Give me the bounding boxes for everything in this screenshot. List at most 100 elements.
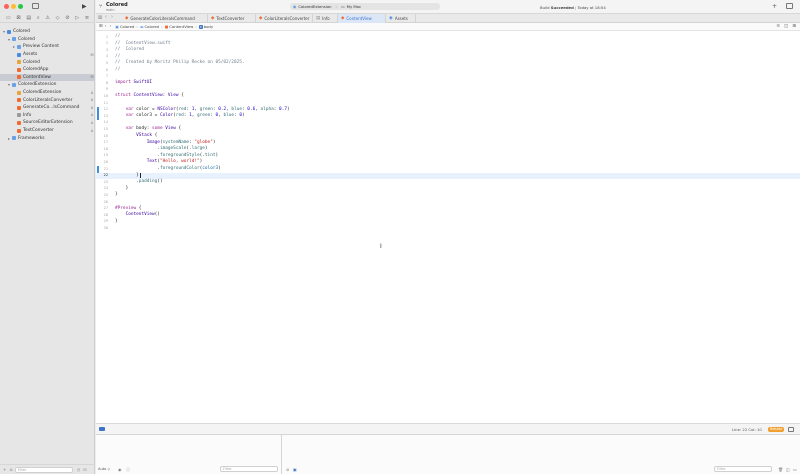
tab-info[interactable]: ▤ Info bbox=[313, 14, 338, 23]
run-button[interactable]: ▶ bbox=[82, 3, 87, 10]
tab-assets[interactable]: ◉ Assets bbox=[386, 14, 416, 23]
chevron-right-icon[interactable]: ▸ bbox=[12, 44, 16, 49]
test-icon[interactable]: ◇ bbox=[56, 15, 60, 21]
layout-icon-2[interactable]: ▭ bbox=[793, 467, 797, 472]
variables-scope-selector[interactable]: Auto ◇ bbox=[98, 467, 110, 471]
sidebar-item-coloredextension[interactable]: ▾ ColoredExtension bbox=[0, 81, 95, 89]
code-line[interactable]: // ContentView.swift bbox=[115, 41, 171, 46]
code-line[interactable]: } bbox=[115, 192, 118, 197]
issue-icon[interactable]: ⚠ bbox=[45, 15, 49, 21]
chevron-down-icon[interactable]: ▾ bbox=[7, 82, 11, 87]
close-tab-icon[interactable]: ⊠ bbox=[98, 15, 102, 21]
source-control-icon[interactable]: ⊠ bbox=[16, 15, 20, 21]
sidebar-item-coloredextension[interactable]: ColoredExtension A bbox=[0, 89, 95, 97]
code-editor[interactable]: 1 // 2 // ContentView.swift 3 // Colored 4 // 5 /… bbox=[96, 31, 800, 423]
symbol-icon[interactable]: ▤ bbox=[26, 15, 31, 21]
sidebar-toggle-icon[interactable] bbox=[32, 3, 39, 9]
variables-filter-input[interactable]: Filter bbox=[220, 466, 278, 472]
sidebar-item-coloredapp[interactable]: ColoredApp bbox=[0, 66, 95, 74]
sidebar-item-colored[interactable]: Colored bbox=[0, 58, 95, 66]
info-icon[interactable]: ⓘ bbox=[126, 467, 130, 473]
folder-icon[interactable]: ▭ bbox=[6, 15, 11, 21]
sidebar-item-textconverter[interactable]: TextConverter A bbox=[0, 127, 95, 135]
breakpoint-icon[interactable]: ▷ bbox=[75, 15, 79, 21]
back-icon[interactable]: ‹ bbox=[105, 24, 107, 29]
code-line[interactable]: // bbox=[115, 34, 120, 39]
eye-icon[interactable]: ◉ bbox=[118, 467, 122, 472]
code-line[interactable]: var color3 = Color(red: 1, green: 0, blu… bbox=[115, 113, 245, 118]
code-line[interactable]: var body: some View { bbox=[115, 126, 182, 131]
minimize-window-button[interactable] bbox=[11, 4, 16, 9]
console-filter-input[interactable]: Filter bbox=[714, 466, 772, 472]
code-line[interactable]: // Created by Moritz Philip Recke on 05/… bbox=[115, 60, 245, 65]
recent-icon[interactable]: ◷ bbox=[77, 467, 81, 472]
find-icon[interactable]: ⌕ bbox=[37, 15, 40, 21]
breadcrumb-item-symbol[interactable]: body bbox=[204, 24, 213, 29]
code-line[interactable]: // bbox=[115, 67, 120, 72]
code-line[interactable]: import SwiftUI bbox=[115, 80, 152, 85]
layout-icon[interactable]: ◫ bbox=[786, 467, 790, 472]
code-line[interactable]: } bbox=[115, 219, 118, 224]
related-items-icon[interactable]: ⊞ bbox=[99, 24, 103, 29]
breadcrumb-item-file[interactable]: ContentView bbox=[169, 24, 193, 29]
sidebar-item-frameworks[interactable]: ▸ Frameworks bbox=[0, 134, 95, 142]
forward-icon[interactable]: › bbox=[109, 24, 111, 29]
scheme-selector[interactable]: ◉ ColoredExtension › ▭ My Mac bbox=[290, 3, 440, 10]
forward-icon[interactable]: › bbox=[111, 14, 113, 20]
sidebar-item-info[interactable]: Info A bbox=[0, 112, 95, 120]
sidebar-item-generateco-lscommand[interactable]: GenerateCo...lsCommand A bbox=[0, 104, 95, 112]
sidebar-item-sourceeditorextension[interactable]: SourceEditorExtension A bbox=[0, 119, 95, 127]
report-icon[interactable]: ≡ bbox=[85, 15, 89, 21]
change-indicator[interactable] bbox=[97, 166, 99, 173]
code-line[interactable]: .imageScale(.large) bbox=[115, 146, 207, 151]
tab-textconverter[interactable]: ◆ TextConverter bbox=[208, 14, 256, 23]
chevron-down-icon[interactable]: ▾ bbox=[2, 29, 6, 34]
canvas-icon[interactable]: ◫ bbox=[784, 24, 788, 29]
code-line[interactable]: VStack { bbox=[115, 133, 157, 138]
sidebar-item-colored[interactable]: ▾ Colored bbox=[0, 36, 95, 44]
change-indicator[interactable] bbox=[97, 106, 99, 114]
tab-colorliteralsconverter[interactable]: ◆ ColorLiteralsConverter bbox=[256, 14, 313, 23]
code-line[interactable]: Text("Hello, world!") bbox=[115, 159, 203, 164]
sidebar-item-preview-content[interactable]: ▸ Preview Content bbox=[0, 43, 95, 51]
code-line[interactable]: var color = NSColor(red: 1, green: 0.2, … bbox=[115, 107, 290, 112]
tab-generatecolorliteralscommand[interactable]: ◆ GenerateColorLiteralsCommand bbox=[122, 14, 208, 23]
chevron-right-icon[interactable]: ▸ bbox=[7, 136, 11, 141]
debug-divider[interactable] bbox=[281, 435, 282, 474]
zoom-window-button[interactable] bbox=[18, 4, 23, 9]
debug-icon[interactable]: ⊘ bbox=[65, 15, 69, 21]
code-line[interactable]: } bbox=[115, 186, 129, 191]
breadcrumb-item-project[interactable]: Colored bbox=[120, 24, 135, 29]
sidebar-item-colored[interactable]: ▾ Colored bbox=[0, 28, 95, 36]
code-line[interactable]: .foregroundColor(color3) bbox=[115, 166, 221, 171]
sidebar-item-colorliteralsconverter[interactable]: ColorLiteralsConverter A bbox=[0, 96, 95, 104]
back-icon[interactable]: ‹ bbox=[105, 14, 107, 20]
add-editor-icon[interactable]: ⊞ bbox=[792, 24, 796, 29]
close-window-button[interactable] bbox=[4, 4, 9, 9]
breadcrumb-item-folder[interactable]: Colored bbox=[145, 24, 160, 29]
split-view-icon[interactable] bbox=[788, 426, 794, 432]
status-badge[interactable]: Rebase bbox=[768, 426, 785, 432]
code-line[interactable]: // bbox=[115, 54, 120, 59]
scm-filter-icon[interactable]: ⊟ bbox=[83, 467, 86, 472]
code-line[interactable]: // Colored bbox=[115, 47, 144, 52]
change-indicator[interactable] bbox=[97, 113, 99, 120]
code-line[interactable]: .foregroundStyle(.tint) bbox=[115, 153, 218, 158]
code-line[interactable]: Image(systemName: "globe") bbox=[115, 140, 216, 145]
add-icon[interactable]: + bbox=[3, 467, 6, 472]
code-line[interactable]: } bbox=[115, 173, 139, 178]
editor-options-icon[interactable]: ≡ bbox=[776, 24, 780, 29]
chevron-down-icon[interactable]: ▾ bbox=[7, 37, 11, 42]
sidebar-item-assets[interactable]: Assets M bbox=[0, 51, 95, 59]
clear-console-icon[interactable]: 🗑 bbox=[778, 467, 783, 472]
inspector-toggle-icon[interactable] bbox=[786, 3, 793, 9]
debug-toggle-icon[interactable] bbox=[99, 427, 105, 431]
add-icon[interactable]: + bbox=[772, 3, 777, 10]
code-line[interactable]: #Preview { bbox=[115, 206, 141, 211]
tab-contentview[interactable]: ◆ ContentView bbox=[338, 14, 386, 23]
sidebar-item-contentview[interactable]: ContentView M bbox=[0, 73, 95, 82]
code-line[interactable]: ContentView() bbox=[115, 212, 160, 217]
code-line[interactable]: struct ContentView: View { bbox=[115, 93, 184, 98]
sidebar-filter-input[interactable]: Filter bbox=[14, 466, 73, 473]
console-icon[interactable]: ▣ bbox=[293, 467, 297, 472]
